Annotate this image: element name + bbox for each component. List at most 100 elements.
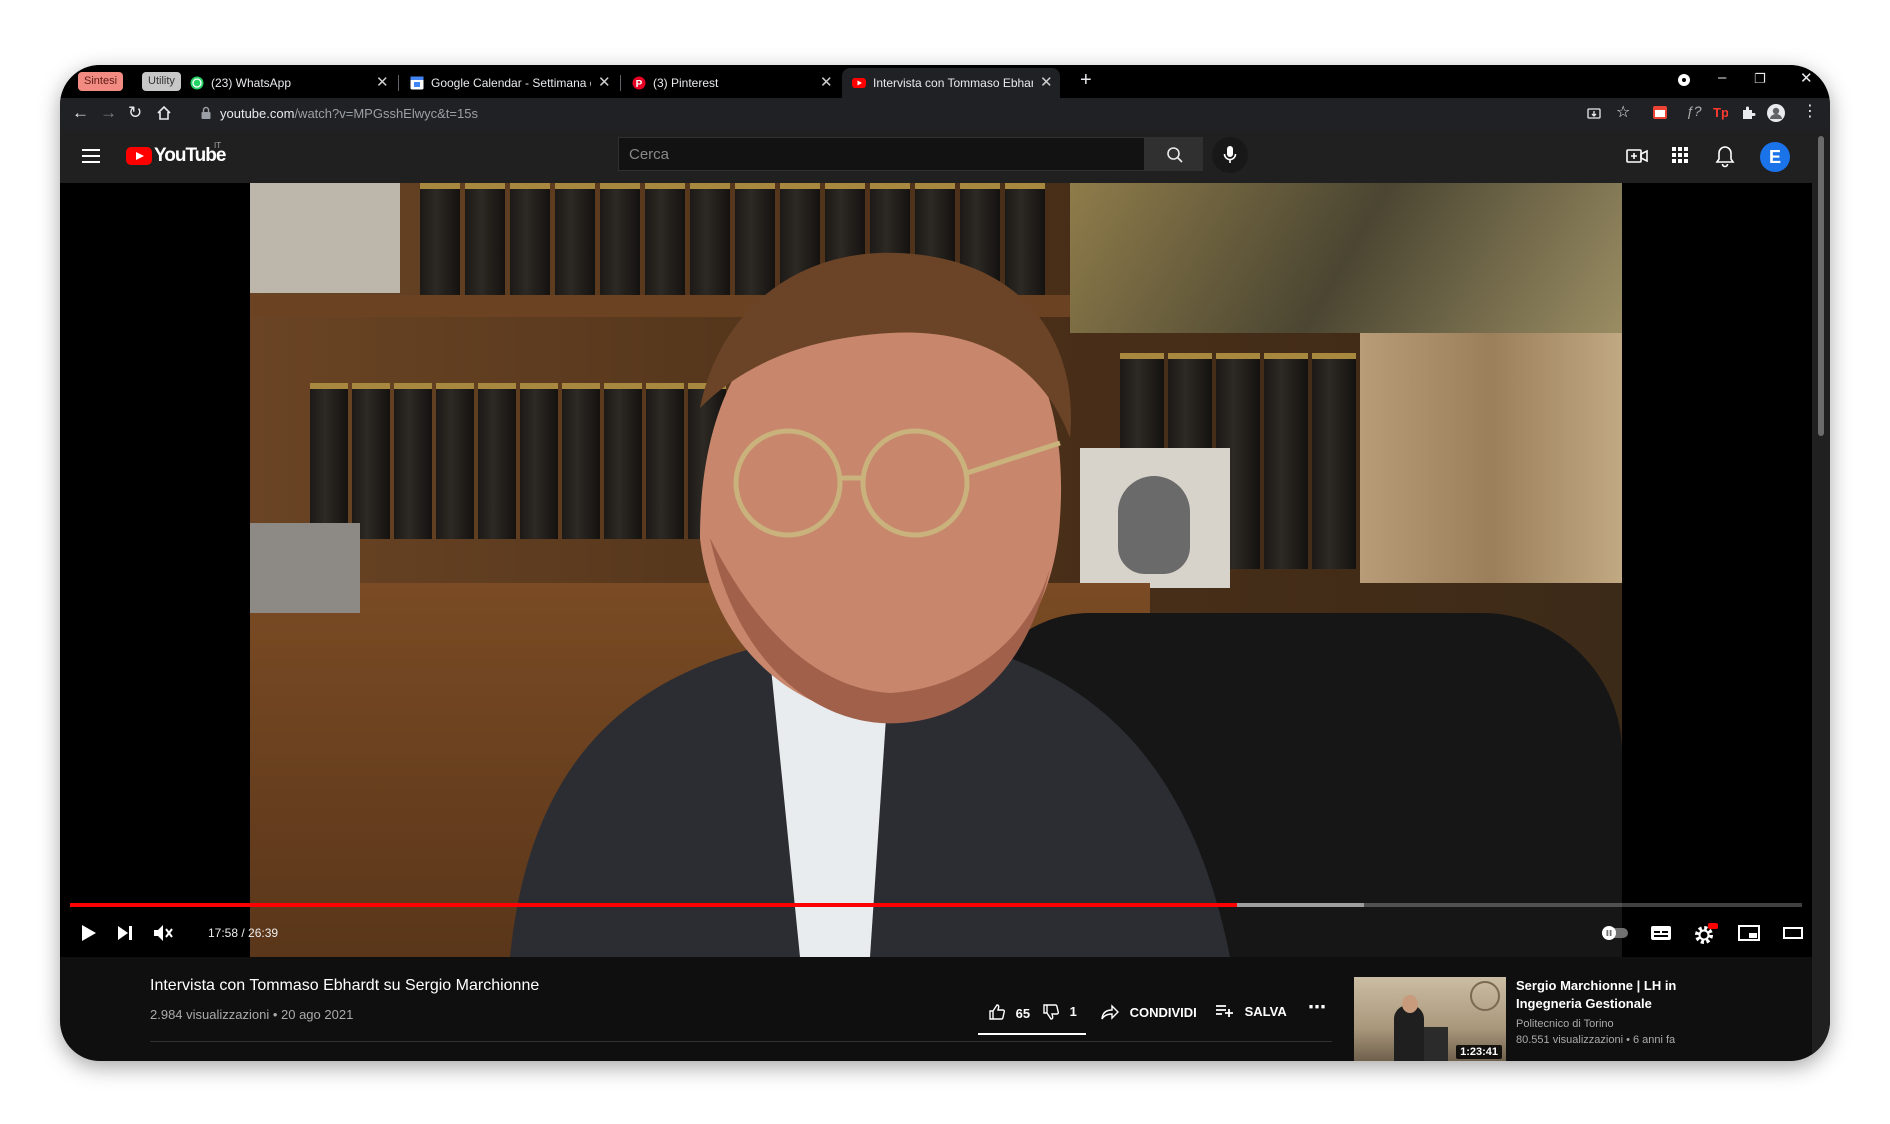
- tab-title: Google Calendar - Settimana del: [431, 76, 591, 90]
- microphone-icon: [1223, 146, 1237, 163]
- recommended-title[interactable]: Sergio Marchionne | LH in Ingegneria Ges…: [1516, 977, 1716, 1013]
- youtube-play-logo-icon: [126, 147, 152, 165]
- video-frame[interactable]: [250, 183, 1622, 957]
- settings-gear-icon[interactable]: [1694, 923, 1718, 945]
- like-button[interactable]: 65: [988, 1003, 1030, 1021]
- profile-icon[interactable]: [1766, 103, 1786, 123]
- tab-whatsapp[interactable]: (23) WhatsApp ✕: [180, 68, 396, 98]
- url-host: youtube.com: [220, 106, 295, 121]
- browser-menu-icon[interactable]: ⋮: [1802, 101, 1818, 121]
- like-count: 65: [1015, 1006, 1031, 1021]
- search-icon: [1167, 147, 1183, 163]
- extension-formula-icon[interactable]: ƒ?: [1686, 103, 1702, 119]
- tab-title: (3) Pinterest: [653, 76, 719, 90]
- decorative-box: [250, 523, 360, 613]
- wall-picture: [250, 183, 400, 293]
- close-tab-icon[interactable]: ✕: [1040, 73, 1053, 91]
- tab-title: Intervista con Tommaso Ebhardt: [873, 76, 1033, 90]
- save-button[interactable]: SALVA: [1215, 1003, 1287, 1019]
- search-input[interactable]: [619, 138, 1144, 170]
- svg-text:Tp: Tp: [1713, 105, 1728, 120]
- close-tab-icon[interactable]: ✕: [598, 73, 611, 91]
- save-playlist-icon: [1216, 1005, 1233, 1017]
- muted-volume-icon[interactable]: [152, 923, 174, 943]
- restore-icon[interactable]: ❐: [1754, 71, 1766, 87]
- home-icon[interactable]: [156, 105, 172, 121]
- share-icon: [1101, 1004, 1119, 1020]
- voice-search-button[interactable]: [1212, 137, 1248, 173]
- scrollbar-thumb[interactable]: [1818, 136, 1824, 436]
- notifications-bell-icon[interactable]: [1714, 144, 1736, 168]
- more-actions-icon[interactable]: ⋯: [1308, 997, 1326, 1018]
- create-video-icon[interactable]: [1625, 144, 1649, 168]
- browser-toolbar: ← → ↻ youtube.com/watch?v=MPGsshElwyc&t=…: [60, 98, 1830, 130]
- tab-group-utility[interactable]: Utility: [142, 72, 181, 91]
- reload-icon[interactable]: ↻: [128, 103, 142, 123]
- pinterest-icon: P: [632, 76, 646, 90]
- video-player[interactable]: 17:58 / 26:39: [60, 183, 1830, 957]
- dislike-count: 1: [1069, 1004, 1077, 1019]
- dislike-button[interactable]: 1: [1042, 1003, 1077, 1021]
- close-tab-icon[interactable]: ✕: [376, 73, 389, 91]
- media-control-icon[interactable]: [1677, 73, 1691, 87]
- like-ratio-bar: [978, 1033, 1086, 1035]
- google-calendar-icon: [410, 76, 424, 90]
- recommended-channel[interactable]: Politecnico di Torino: [1516, 1018, 1614, 1030]
- subtitles-icon[interactable]: [1650, 923, 1672, 943]
- next-video-icon[interactable]: [116, 923, 134, 943]
- time-display: 17:58 / 26:39: [208, 926, 279, 940]
- video-meta: 2.984 visualizzazioni • 20 ago 2021: [150, 1007, 354, 1022]
- tab-strip: Sintesi Utility (23) WhatsApp ✕ Google C…: [60, 65, 1830, 98]
- address-bar[interactable]: youtube.com/watch?v=MPGsshElwyc&t=15s: [198, 101, 1628, 127]
- avatar[interactable]: E: [1760, 142, 1790, 172]
- tab-separator: [398, 75, 399, 91]
- svg-text:P: P: [636, 79, 643, 90]
- new-tab-icon[interactable]: +: [1080, 69, 1092, 92]
- forward-icon[interactable]: →: [100, 103, 117, 123]
- youtube-header: YouTube IT E: [60, 130, 1830, 183]
- search-box: [618, 137, 1145, 171]
- autoplay-toggle-icon[interactable]: [1600, 925, 1630, 941]
- thumbs-up-icon: [989, 1004, 1005, 1020]
- divider: [150, 1041, 1332, 1042]
- player-controls: 17:58 / 26:39: [60, 911, 1830, 957]
- thumbs-down-icon: [1043, 1004, 1059, 1020]
- tab-title: (23) WhatsApp: [211, 76, 292, 90]
- tab-pinterest[interactable]: P (3) Pinterest ✕: [622, 68, 840, 98]
- share-button[interactable]: CONDIVIDI: [1100, 1003, 1197, 1021]
- tab-separator: [620, 75, 621, 91]
- browser-window: Sintesi Utility (23) WhatsApp ✕ Google C…: [60, 65, 1830, 1061]
- whatsapp-icon: [190, 76, 204, 90]
- progress-played: [70, 903, 1238, 907]
- bookmark-star-icon[interactable]: ☆: [1616, 102, 1630, 122]
- theater-mode-icon[interactable]: [1782, 923, 1804, 943]
- search-button[interactable]: [1145, 137, 1203, 171]
- recommended-meta: 80.551 visualizzazioni • 6 anni fa: [1516, 1034, 1676, 1046]
- progress-bar[interactable]: [70, 903, 1802, 907]
- hamburger-menu-icon[interactable]: [82, 149, 100, 167]
- play-icon[interactable]: [80, 923, 98, 943]
- extensions-puzzle-icon[interactable]: [1740, 105, 1756, 121]
- interviewee: [510, 252, 1230, 957]
- recommended-thumbnail[interactable]: 1:23:41: [1354, 977, 1506, 1061]
- tab-group-sintesi[interactable]: Sintesi: [78, 72, 124, 91]
- tab-google-calendar[interactable]: Google Calendar - Settimana del ✕: [400, 68, 618, 98]
- youtube-icon: [852, 78, 866, 88]
- url-text: youtube.com/watch?v=MPGsshElwyc&t=15s: [220, 106, 478, 121]
- url-path: /watch?v=MPGsshElwyc&t=15s: [294, 106, 478, 121]
- recommended-duration: 1:23:41: [1456, 1045, 1502, 1059]
- miniplayer-icon[interactable]: [1738, 923, 1760, 943]
- tab-youtube-active[interactable]: Intervista con Tommaso Ebhardt ✕: [842, 68, 1060, 98]
- country-code: IT: [214, 141, 222, 150]
- apps-grid-icon[interactable]: [1669, 144, 1691, 166]
- save-label: SALVA: [1244, 1004, 1287, 1019]
- minimize-icon[interactable]: –: [1718, 69, 1726, 86]
- back-icon[interactable]: ←: [72, 103, 89, 123]
- extension-red-icon[interactable]: Tp: [1712, 104, 1728, 120]
- close-window-icon[interactable]: ✕: [1800, 69, 1813, 87]
- share-label: CONDIVIDI: [1129, 1005, 1197, 1020]
- install-app-icon[interactable]: [1586, 106, 1602, 122]
- extension-calendar-icon[interactable]: [1652, 104, 1670, 122]
- page-scrollbar[interactable]: [1812, 130, 1830, 1061]
- close-tab-icon[interactable]: ✕: [820, 73, 833, 91]
